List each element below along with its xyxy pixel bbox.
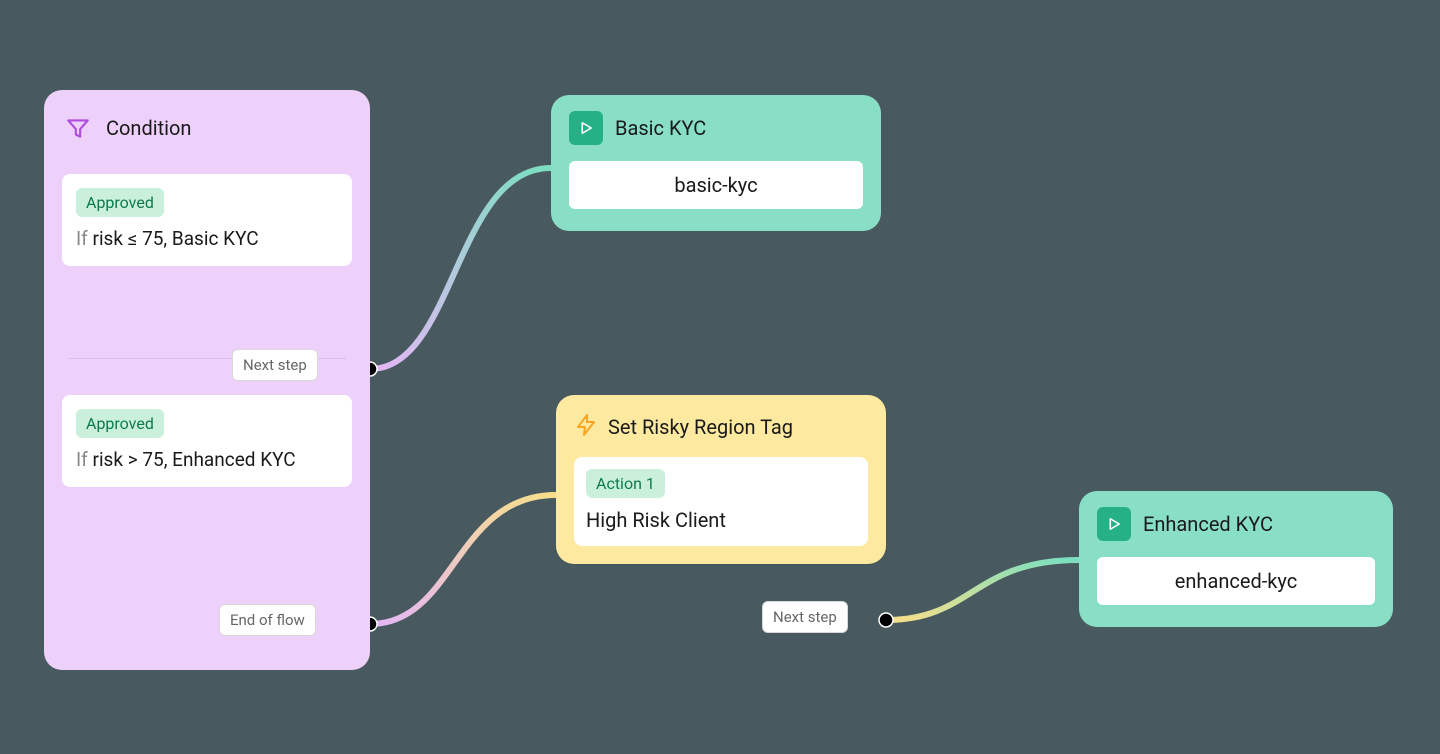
condition-title: Condition	[106, 116, 191, 140]
funnel-icon	[62, 112, 94, 144]
set-risky-title: Set Risky Region Tag	[608, 415, 793, 439]
connector-condition-to-set-risky	[360, 440, 570, 650]
set-risky-region-node[interactable]: Set Risky Region Tag Action 1 High Risk …	[556, 395, 886, 564]
enhanced-kyc-value: enhanced-kyc	[1097, 557, 1375, 605]
condition-node[interactable]: Condition Approved If risk ≤ 75, Basic K…	[44, 90, 370, 670]
enhanced-kyc-title: Enhanced KYC	[1143, 512, 1273, 536]
basic-kyc-value: basic-kyc	[569, 161, 863, 209]
status-badge: Approved	[76, 188, 164, 217]
condition-rule-text: If risk > 75, Enhanced KYC	[76, 448, 338, 471]
action-label: Action 1	[586, 469, 665, 498]
basic-kyc-title: Basic KYC	[615, 116, 706, 140]
connector-set-risky-to-enhanced	[878, 548, 1092, 648]
condition-rule[interactable]: Approved If risk ≤ 75, Basic KYC	[62, 174, 352, 266]
play-icon	[569, 111, 603, 145]
lightning-icon	[574, 413, 598, 441]
condition-rule-text: If risk ≤ 75, Basic KYC	[76, 227, 338, 250]
action-card[interactable]: Action 1 High Risk Client	[574, 457, 868, 546]
status-badge: Approved	[76, 409, 164, 438]
basic-kyc-node[interactable]: Basic KYC basic-kyc	[551, 95, 881, 231]
port-end-of-flow[interactable]: End of flow	[219, 604, 316, 636]
connector-condition-to-basic-kyc	[360, 140, 560, 400]
port-next-step[interactable]: Next step	[232, 349, 318, 381]
play-icon	[1097, 507, 1131, 541]
port-next-step[interactable]: Next step	[762, 601, 848, 633]
enhanced-kyc-node[interactable]: Enhanced KYC enhanced-kyc	[1079, 491, 1393, 627]
flow-canvas[interactable]: Condition Approved If risk ≤ 75, Basic K…	[0, 0, 1440, 754]
condition-rule[interactable]: Approved If risk > 75, Enhanced KYC	[62, 395, 352, 487]
action-text: High Risk Client	[586, 508, 856, 532]
